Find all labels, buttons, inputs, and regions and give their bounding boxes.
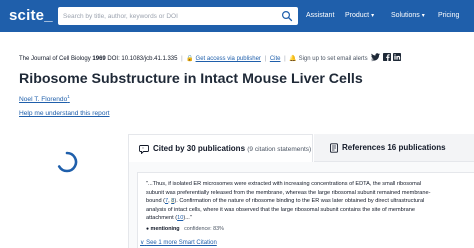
article-meta: The Journal of Cell Biology 1969 DOI: 10… [19,56,373,62]
references-count-label: References 16 publications [342,143,446,152]
facebook-icon[interactable] [383,53,391,63]
see-more-link[interactable]: ∨ See 1 more Smart Citation [140,239,217,246]
nav-pricing-label: Pricing [438,12,460,19]
see-more-label: See 1 more Smart Citation [146,240,217,246]
article-title: Ribosome Substructure in Intact Mouse Li… [19,71,363,87]
tab-cited-by[interactable]: " Cited by 30 publications (9 citation s… [128,134,313,162]
author-name: Noel T. Florendo [19,96,68,104]
nav-assistant-label: Assistant [306,12,335,19]
citation-excerpt: "...Thus, if isolated ER microsomes were… [146,180,438,223]
doi: DOI: 10.1083/jcb.41.1.335 [107,56,178,62]
tab-references[interactable]: References 16 publications [314,134,474,162]
svg-text:": " [142,146,144,151]
citation-type: mentioning [150,226,180,232]
scite-logo[interactable]: scite_ [9,7,53,24]
top-navigation-bar: scite_ Assistant Product▾ Solutions▾ Pri… [0,0,474,32]
linkedin-icon[interactable] [393,53,401,63]
quote-icon: " [139,145,149,154]
author-affiliation: 1 [67,94,70,99]
lock-icon: 🔒 [186,56,194,62]
email-alerts-link[interactable]: Sign up to set email alerts [299,56,368,62]
cite-link[interactable]: Cite [270,56,281,62]
nav-product[interactable]: Product ▾ [345,12,374,19]
bell-icon[interactable]: 🔔 [289,56,296,62]
chevron-down-icon: ∨ [140,240,145,246]
publication-year: 1969 [92,56,106,62]
get-access-link[interactable]: Get access via publisher [196,56,261,62]
nav-pricing[interactable]: Pricing [438,12,459,19]
nav-solutions-label: Solutions [391,12,420,19]
twitter-icon[interactable] [371,53,380,63]
search-icon[interactable] [281,10,293,22]
chevron-down-icon: ▾ [371,13,375,19]
mention-icon: ● [146,226,150,232]
tab-references-label: References 16 publications [342,143,446,152]
nav-product-label: Product [345,12,370,19]
author-link[interactable]: Noel T. Florendo1 [19,94,70,103]
nav-solutions[interactable]: Solutions ▾ [391,12,425,19]
chevron-down-icon: ▾ [421,13,425,19]
citation-classification: ● mentioning confidence: 83% [146,226,224,232]
help-understand-link[interactable]: Help me understand this report [19,110,110,117]
nav-assistant[interactable]: Assistant [306,12,334,19]
journal-name: The Journal of Cell Biology [19,56,91,62]
search-box[interactable] [58,7,298,25]
cited-count-label: Cited by 30 publications [153,144,246,153]
citation-statements-count: (9 citation statements) [247,146,312,153]
tab-cited-by-label: Cited by 30 publications (9 citation sta… [153,144,311,153]
search-input[interactable] [63,8,278,24]
citation-text-after: )..." [183,215,192,222]
confidence-score: confidence: 83% [184,226,224,232]
spinner-icon [57,151,78,173]
document-icon [330,143,338,153]
